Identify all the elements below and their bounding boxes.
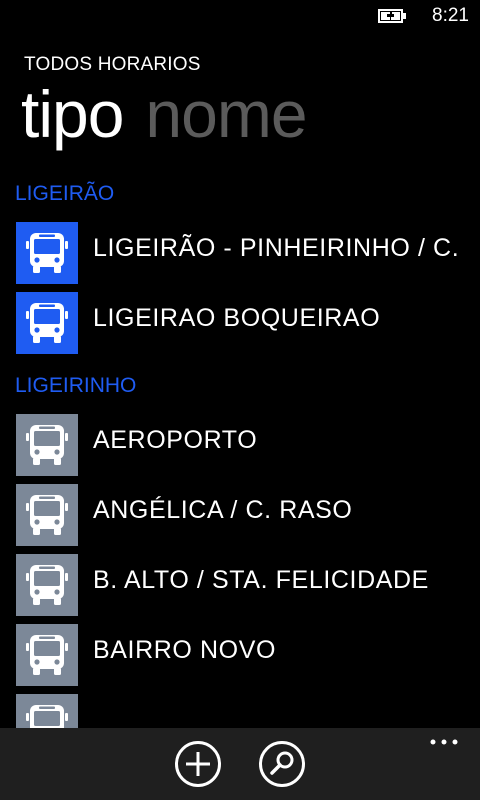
route-item[interactable]: B. ALTO / STA. FELICIDADE (0, 548, 480, 618)
bus-icon (26, 495, 68, 535)
route-tile (16, 414, 78, 476)
route-name: ANGÉLICA / C. RASO (93, 496, 353, 524)
clock: 8:21 (432, 5, 469, 26)
route-item[interactable]: LIGEIRÃO - PINHEIRINHO / C. GOMES (0, 216, 480, 286)
route-tile (16, 484, 78, 546)
route-item[interactable]: AEROPORTO (0, 408, 480, 478)
add-icon[interactable] (174, 740, 222, 788)
route-tile (16, 222, 78, 284)
app-title: TODOS HORARIOS (24, 54, 201, 75)
route-tile (16, 292, 78, 354)
bus-icon (26, 303, 68, 343)
route-list[interactable]: LIGEIRÃO LIGEIRÃO - PINHEIRINHO / C. GOM… (0, 172, 480, 758)
route-name: BAIRRO NOVO (93, 636, 277, 664)
route-tile (16, 624, 78, 686)
bus-icon (26, 425, 68, 465)
route-item[interactable]: LIGEIRAO BOQUEIRAO (0, 286, 480, 356)
status-bar: 8:21 (0, 0, 480, 32)
app-bar (0, 728, 480, 800)
route-tile (16, 554, 78, 616)
route-name: AEROPORTO (93, 426, 258, 454)
search-icon[interactable] (258, 740, 306, 788)
group-header-ligeirinho[interactable]: LIGEIRINHO (0, 364, 480, 408)
more-icon[interactable] (430, 738, 458, 746)
pivot-header: tipo nome (21, 74, 308, 154)
pivot-tab-nome[interactable]: nome (145, 74, 307, 154)
route-name: B. ALTO / STA. FELICIDADE (93, 566, 429, 594)
bus-icon (26, 635, 68, 675)
bus-icon (26, 565, 68, 605)
bus-icon (26, 233, 68, 273)
route-name: LIGEIRAO BOQUEIRAO (93, 304, 381, 332)
route-item[interactable]: ANGÉLICA / C. RASO (0, 478, 480, 548)
route-item[interactable]: BAIRRO NOVO (0, 618, 480, 688)
route-name: LIGEIRÃO - PINHEIRINHO / C. GOMES (93, 234, 465, 262)
battery-charging-icon (378, 9, 406, 23)
pivot-tab-tipo[interactable]: tipo (21, 74, 124, 154)
group-header-ligeirao[interactable]: LIGEIRÃO (0, 172, 480, 216)
